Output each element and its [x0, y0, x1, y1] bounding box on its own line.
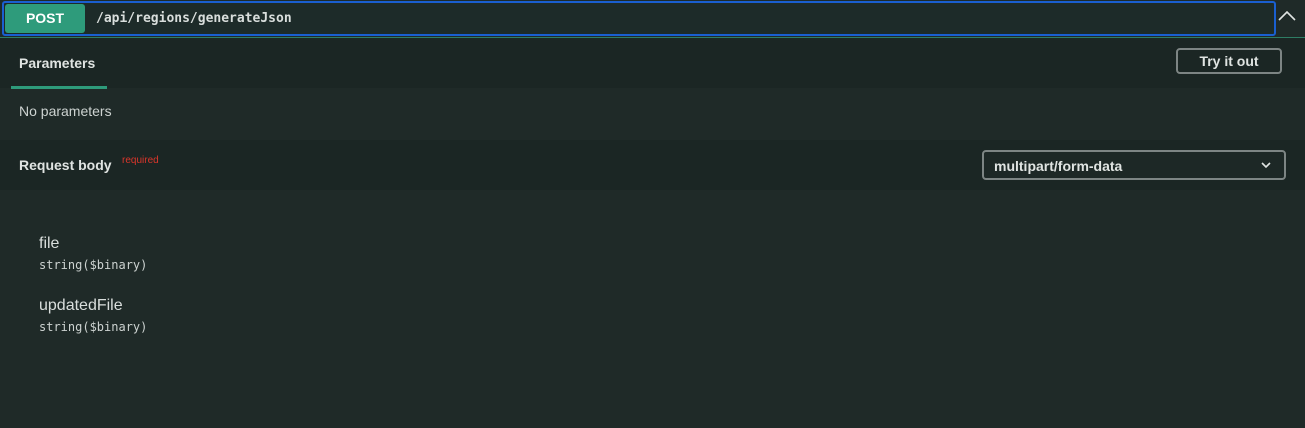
tab-parameters[interactable]: Parameters	[11, 38, 107, 89]
try-it-out-button[interactable]: Try it out	[1176, 48, 1282, 74]
field-name-file: file	[39, 235, 60, 252]
operation-block: POST /api/regions/generateJson Parameter…	[0, 0, 1305, 428]
field-type-updatedfile: string($binary)	[39, 320, 148, 334]
operation-summary[interactable]: POST /api/regions/generateJson	[2, 1, 1276, 36]
request-body-header: Request body required multipart/form-dat…	[0, 140, 1305, 190]
chevron-down-icon	[1261, 162, 1271, 169]
request-body-title: Request body	[19, 157, 112, 173]
no-parameters-text: No parameters	[19, 103, 112, 119]
content-type-select[interactable]: multipart/form-data	[982, 150, 1286, 180]
tab-parameters-label: Parameters	[19, 55, 96, 71]
field-type-file: string($binary)	[39, 258, 148, 272]
content-type-value: multipart/form-data	[994, 158, 1123, 174]
parameters-header: Parameters Try it out	[0, 38, 1305, 89]
field-name-updatedfile: updatedFile	[39, 297, 123, 314]
required-badge: required	[122, 155, 159, 166]
endpoint-path: /api/regions/generateJson	[96, 11, 292, 26]
method-badge: POST	[5, 4, 85, 33]
chevron-up-icon[interactable]	[1276, 6, 1298, 26]
